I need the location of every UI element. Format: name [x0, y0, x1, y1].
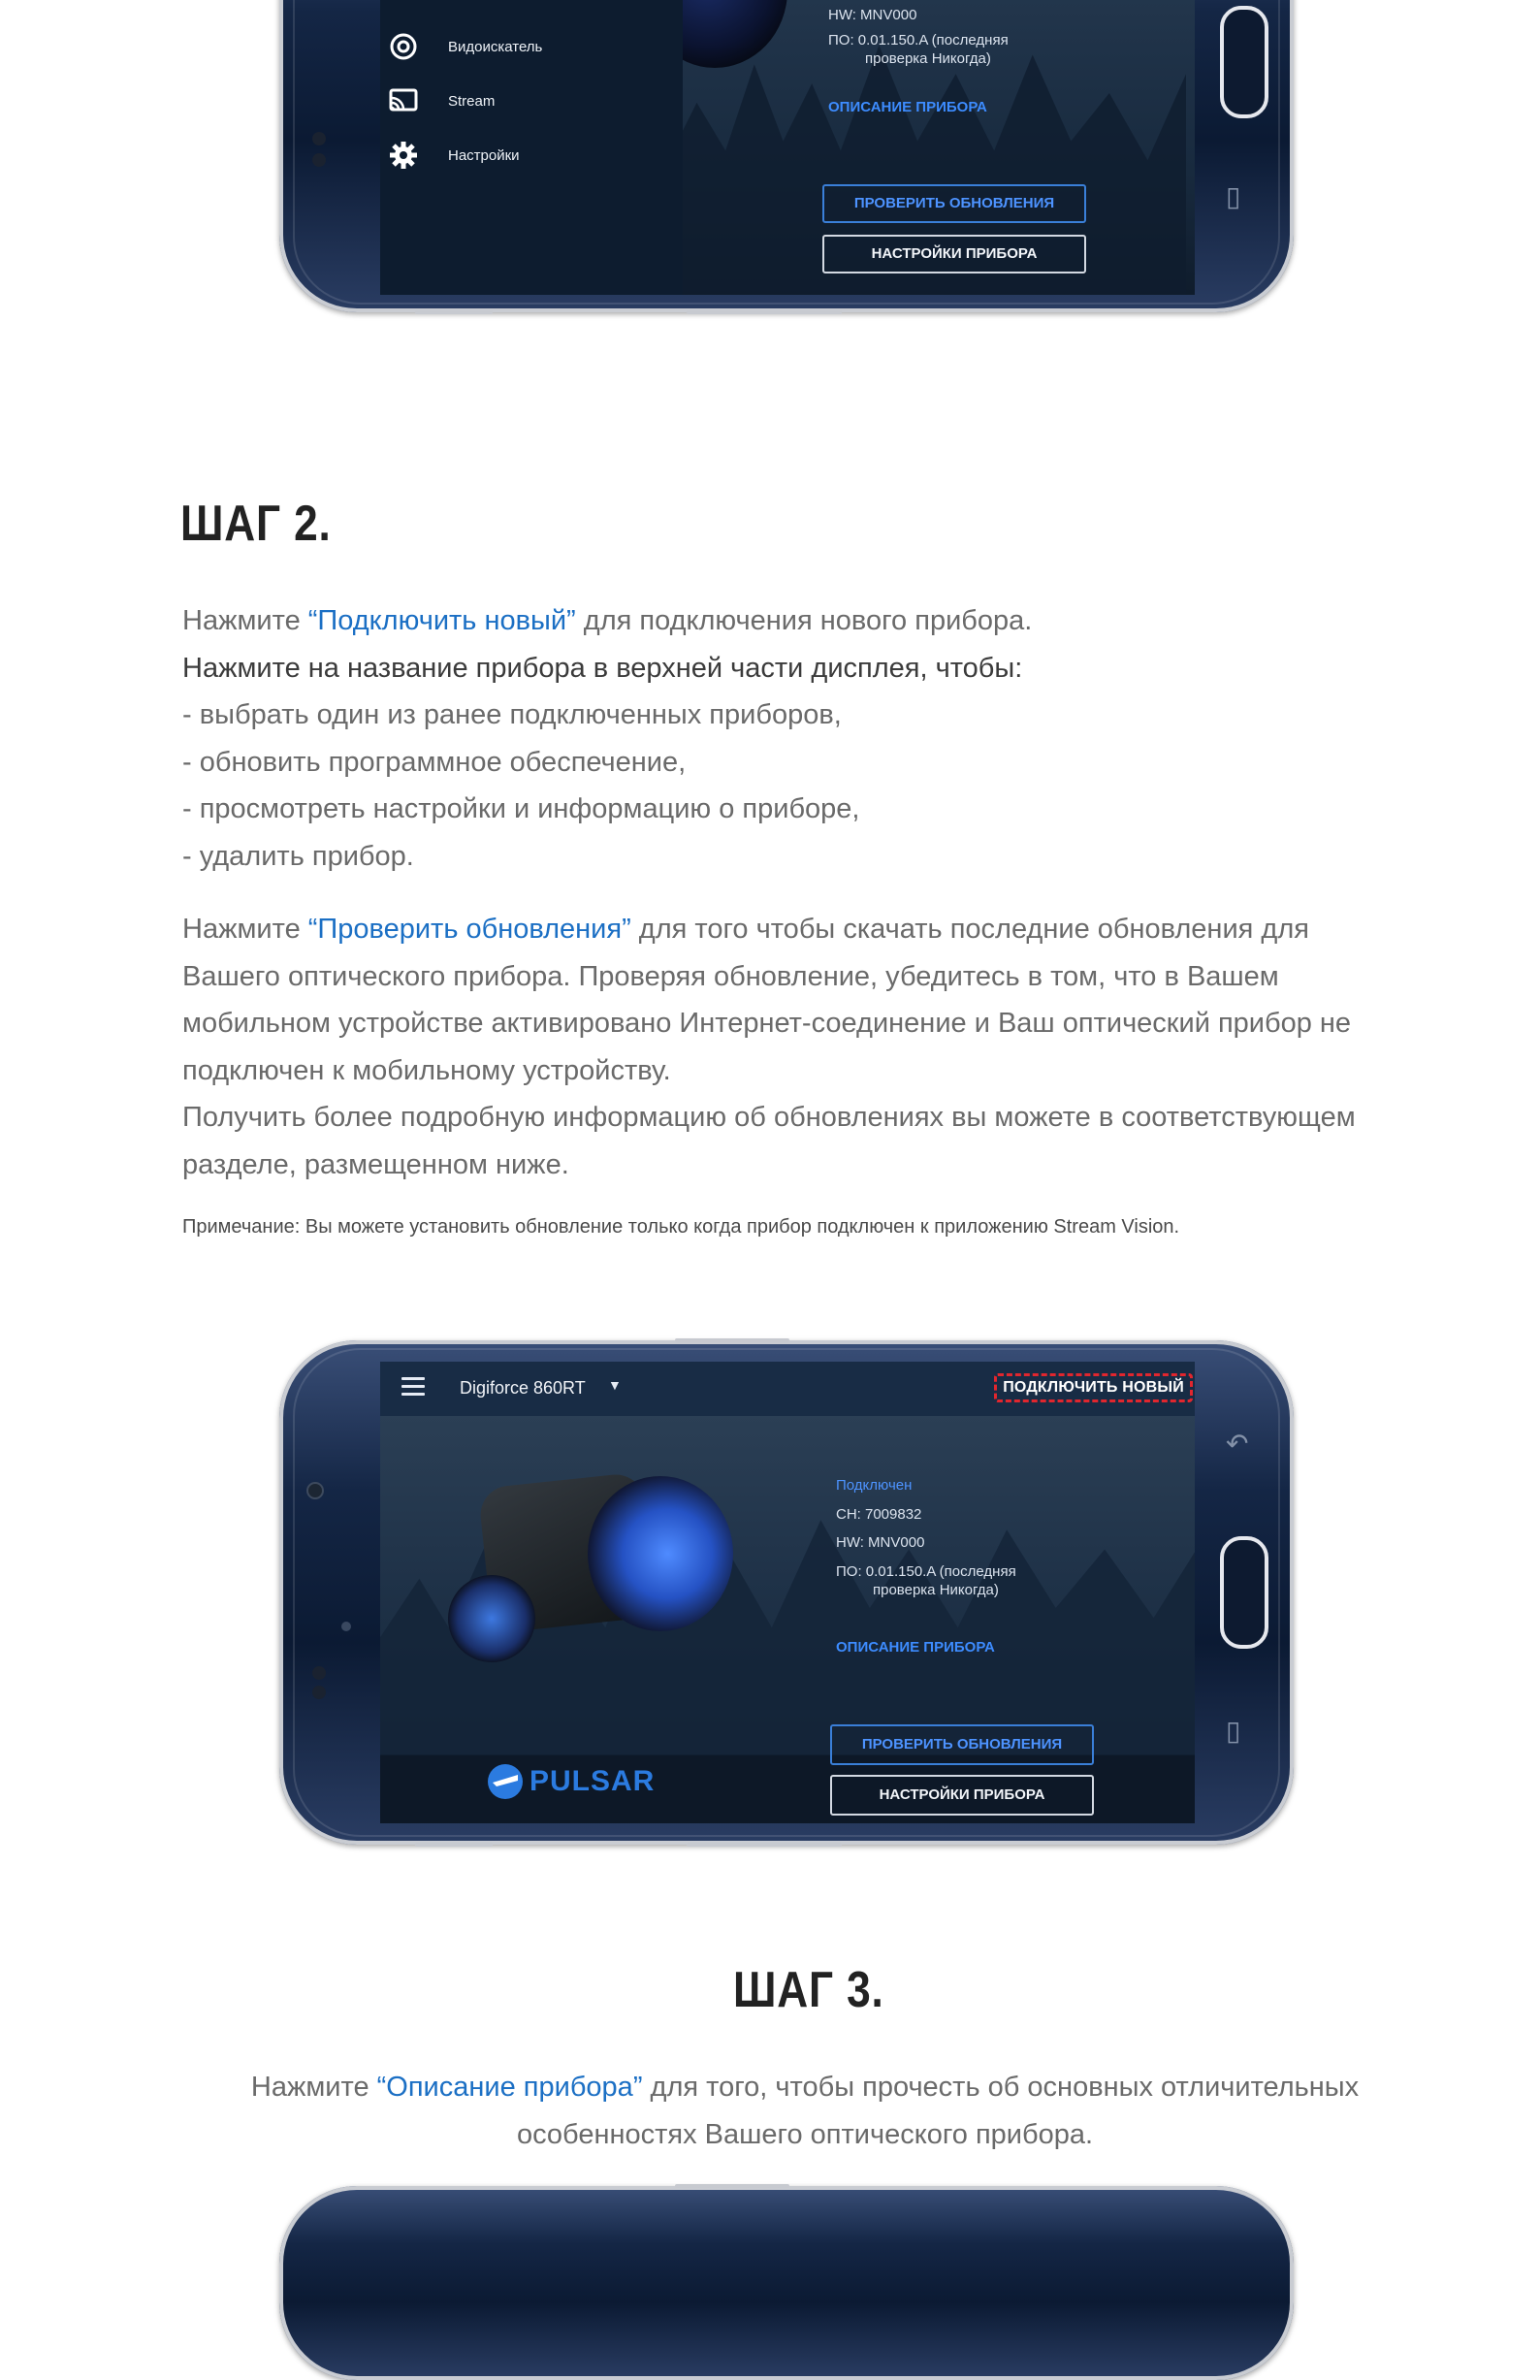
device-description-text-link[interactable]: “Описание прибора”: [377, 2072, 643, 2103]
device-description-link[interactable]: ОПИСАНИЕ ПРИБОРА: [836, 1639, 995, 1656]
step2-paragraph-1: Нажмите “Подключить новый” для подключен…: [182, 597, 1404, 881]
hamburger-menu-icon[interactable]: [401, 1377, 425, 1396]
check-updates-link[interactable]: “Проверить обновления”: [308, 914, 631, 945]
app-screen-top: Видоискатель Stream Настройки HW: MNV000…: [380, 0, 1195, 295]
fw-check: проверка Никогда): [873, 1582, 999, 1598]
navigation-drawer: Видоискатель Stream Настройки: [380, 0, 683, 295]
bullet-item: - удалить прибор.: [182, 840, 414, 872]
step3-title: ШАГ 3.: [733, 1962, 884, 2018]
connection-status: Подключен: [836, 1477, 913, 1494]
viewfinder-icon: [386, 29, 421, 64]
phone-frame-middle: ↶ ▯ Digiforce 860RT ▼ ПОДКЛЮЧИТЬ НОВЫЙ П…: [279, 1338, 1294, 1847]
step3-line2: особенностях Вашего оптического прибора.: [516, 2118, 1094, 2150]
text: Нажмите: [250, 2072, 377, 2103]
drawer-item-viewfinder[interactable]: Видоискатель: [380, 29, 542, 64]
phone-frame-bottom: [279, 2184, 1294, 2380]
device-description-link[interactable]: ОПИСАНИЕ ПРИБОРА: [828, 99, 987, 115]
hw-value: HW: MNV000: [828, 7, 917, 23]
chevron-down-icon[interactable]: ▼: [608, 1377, 622, 1393]
front-camera-icon: [306, 1482, 324, 1499]
recent-apps-icon[interactable]: ▯: [1226, 1715, 1240, 1747]
step2-p3: Получить более подробную информацию об о…: [182, 1102, 1356, 1180]
fw-value: ПО: 0.01.150.A (последняя: [828, 31, 1009, 48]
hw-value: HW: MNV000: [836, 1534, 925, 1551]
fw-check: проверка Никогда): [865, 50, 991, 67]
device-settings-button[interactable]: НАСТРОЙКИ ПРИБОРА: [822, 235, 1086, 273]
home-button[interactable]: [1220, 1536, 1268, 1649]
gear-icon: [386, 138, 421, 173]
check-updates-button[interactable]: ПРОВЕРИТЬ ОБНОВЛЕНИЯ: [822, 184, 1086, 223]
bullet-item: - выбрать один из ранее подключенных при…: [182, 699, 842, 731]
step3-paragraph: Нажмите “Описание прибора” для того, что…: [116, 2064, 1493, 2158]
drawer-item-stream[interactable]: Stream: [380, 83, 495, 118]
device-info-middle: Подключен СН: 7009832 HW: MNV000 ПО: 0.0…: [836, 1476, 1016, 1600]
phone-frame-top: ▯ Видоискатель Stream Настройки HW: MNV0…: [279, 0, 1294, 314]
check-updates-button[interactable]: ПРОВЕРИТЬ ОБНОВЛЕНИЯ: [830, 1724, 1094, 1765]
text: для подключения нового прибора.: [575, 605, 1033, 636]
drawer-item-label: Настройки: [448, 146, 520, 164]
device-name-selector[interactable]: Digiforce 860RT: [460, 1378, 586, 1399]
drawer-item-settings[interactable]: Настройки: [380, 138, 520, 173]
bullet-item: - обновить программное обеспечение,: [182, 746, 687, 778]
recent-apps-icon[interactable]: ▯: [1226, 180, 1240, 212]
back-icon[interactable]: ↶: [1226, 1428, 1248, 1460]
drawer-item-label: Видоискатель: [448, 38, 543, 55]
pulsar-logo-icon: [488, 1764, 523, 1799]
text: для того, чтобы прочесть об основных отл…: [642, 2072, 1360, 2103]
pulsar-logo: PULSAR: [487, 1763, 655, 1800]
app-screen-middle: Digiforce 860RT ▼ ПОДКЛЮЧИТЬ НОВЫЙ Подкл…: [380, 1362, 1195, 1823]
device-info-top: HW: MNV000 ПО: 0.01.150.A (последняя про…: [828, 6, 1009, 69]
brand-name: PULSAR: [529, 1765, 656, 1797]
drawer-item-label: Stream: [448, 92, 496, 110]
step2-note: Примечание: Вы можете установить обновле…: [182, 1216, 1180, 1238]
serial-value: СН: 7009832: [836, 1505, 922, 1523]
fw-value: ПО: 0.01.150.A (последняя: [836, 1562, 1016, 1580]
bullet-item: - просмотреть настройки и информацию о п…: [182, 793, 860, 825]
text: Нажмите: [182, 605, 308, 636]
device-settings-button[interactable]: НАСТРОЙКИ ПРИБОРА: [830, 1775, 1094, 1816]
step2-line2: Нажмите на название прибора в верхней ча…: [182, 652, 1023, 684]
home-button[interactable]: [1220, 6, 1268, 118]
app-bar: Digiforce 860RT ▼ ПОДКЛЮЧИТЬ НОВЫЙ: [380, 1362, 1195, 1416]
step2-title: ШАГ 2.: [180, 496, 332, 552]
text: Нажмите: [182, 914, 308, 945]
stream-cast-icon: [386, 83, 421, 118]
connect-new-button[interactable]: ПОДКЛЮЧИТЬ НОВЫЙ: [994, 1373, 1193, 1402]
connect-new-link[interactable]: “Подключить новый”: [308, 605, 576, 636]
step2-paragraph-2: Нажмите “Проверить обновления” для того …: [182, 906, 1414, 1189]
